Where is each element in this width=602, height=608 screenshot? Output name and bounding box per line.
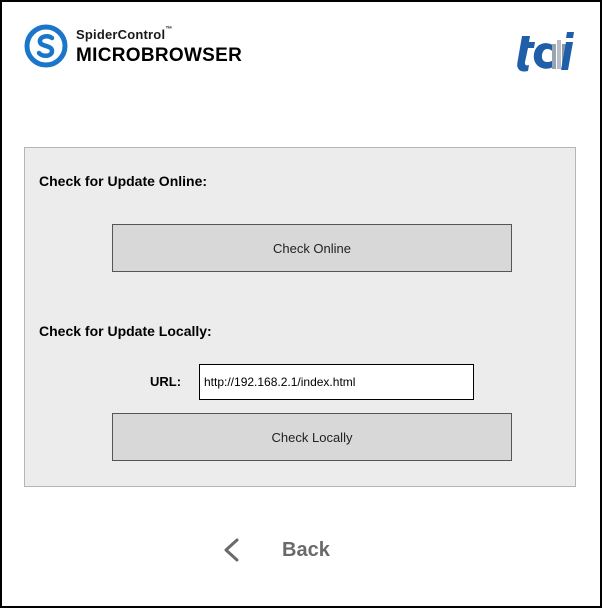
check-online-button[interactable]: Check Online <box>112 224 512 272</box>
back-button[interactable]: Back <box>220 532 380 568</box>
chevron-left-icon <box>224 538 239 562</box>
update-panel: Check for Update Online: Check Online Ch… <box>24 147 576 487</box>
header: SpiderControl™ MICROBROWSER <box>2 2 600 88</box>
brand-name-bottom: MICROBROWSER <box>76 45 243 66</box>
url-input[interactable] <box>199 364 474 400</box>
tci-logo <box>517 32 574 72</box>
app-window: SpiderControl™ MICROBROWSER Check for Up… <box>0 0 602 608</box>
brand-name-top: SpiderControl™ <box>76 26 173 42</box>
local-section-title: Check for Update Locally: <box>39 323 212 339</box>
spidercontrol-s-logo-icon <box>24 24 68 68</box>
back-label: Back <box>282 539 330 561</box>
check-locally-button[interactable]: Check Locally <box>112 413 512 461</box>
url-label: URL: <box>150 374 182 389</box>
brand: SpiderControl™ MICROBROWSER <box>24 24 284 68</box>
online-section-title: Check for Update Online: <box>39 173 208 189</box>
